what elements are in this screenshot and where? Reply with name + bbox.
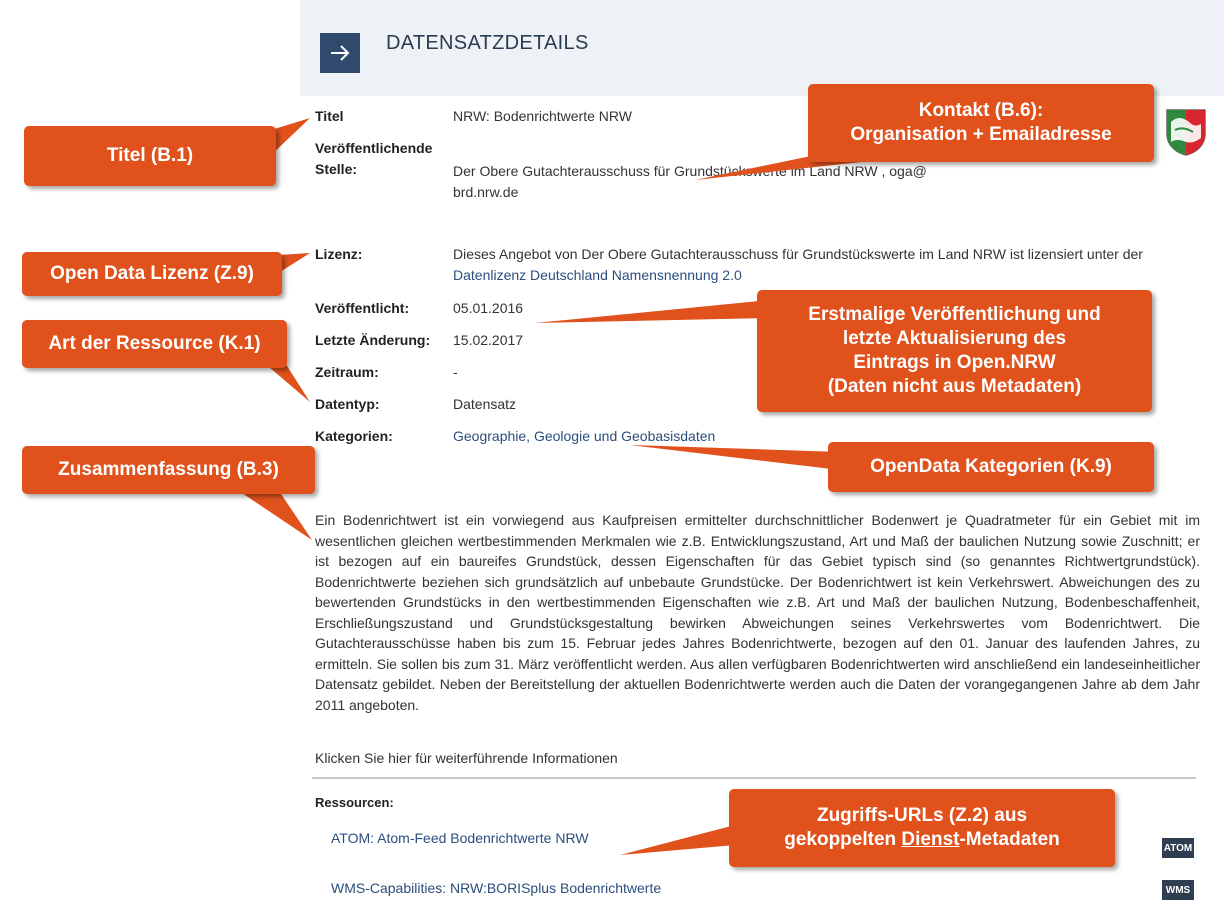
callout-kategorien: OpenData Kategorien (K.9) (828, 442, 1154, 492)
callout-erstmalig-line3: Eintrags in Open.NRW (853, 352, 1056, 373)
callout-lizenz-text: Open Data Lizenz (Z.9) (50, 263, 254, 284)
callout-ressource: Art der Ressource (K.1) (22, 320, 287, 368)
callout-zugriff-line2: gekoppelten Dienst-Metadaten (784, 828, 1060, 852)
callout-kategorien-text: OpenData Kategorien (K.9) (870, 456, 1112, 477)
pointer-zugriff (620, 825, 735, 855)
callout-titel: Titel (B.1) (24, 126, 276, 186)
callout-erstmalig-line4: (Daten nicht aus Metadaten) (827, 376, 1082, 397)
callout-zugriff: Zugriffs-URLs (Z.2) aus gekoppelten Dien… (729, 789, 1115, 867)
callout-kontakt-line2: Organisation + Emailadresse (850, 124, 1112, 145)
callout-zugriff-line2-c: -Metadaten (959, 829, 1060, 850)
pointer-kategorien (630, 445, 840, 470)
callout-zugriff-line1: Zugriffs-URLs (Z.2) aus (816, 805, 1028, 826)
callout-zusammenfassung: Zusammenfassung (B.3) (22, 446, 315, 494)
callout-kontakt-line1: Kontakt (B.6): (918, 100, 1044, 121)
callout-zusammenfassung-text: Zusammenfassung (B.3) (58, 459, 279, 480)
pointer-erstmalig (535, 300, 770, 323)
pointer-lizenz (278, 253, 310, 272)
callout-zugriff-line2-b: Dienst (901, 829, 960, 850)
callout-erstmalig-line2: letzte Aktualisierung des (842, 328, 1067, 349)
callout-zugriff-line2-a: gekoppelten (784, 829, 902, 850)
callout-ressource-text: Art der Ressource (K.1) (48, 333, 261, 354)
callout-lizenz: Open Data Lizenz (Z.9) (22, 252, 282, 296)
callout-kontakt: Kontakt (B.6): Organisation + Emailadres… (808, 84, 1154, 162)
callout-titel-text: Titel (B.1) (106, 145, 194, 166)
callout-erstmalig: Erstmalige Veröffentlichung und letzte A… (757, 290, 1152, 412)
callout-erstmalig-line1: Erstmalige Veröffentlichung und (808, 304, 1101, 325)
